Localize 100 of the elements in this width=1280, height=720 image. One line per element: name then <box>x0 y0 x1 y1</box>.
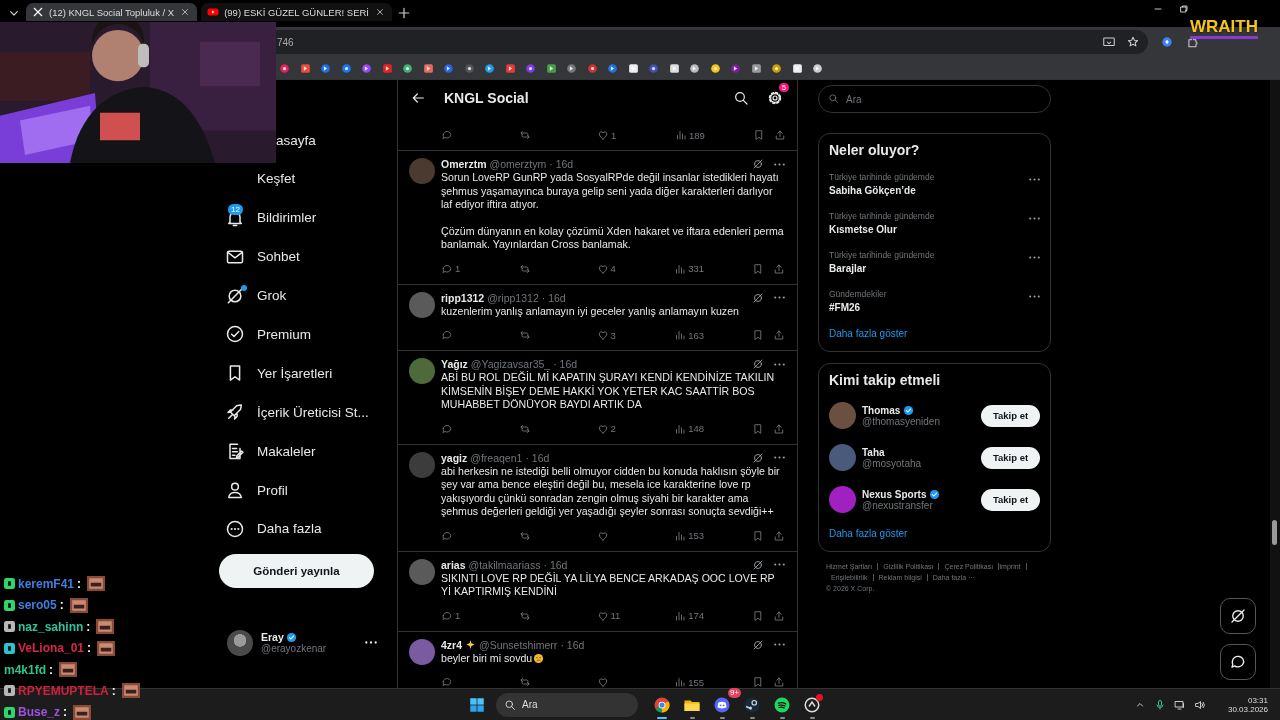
bookmark-icon[interactable] <box>647 61 660 75</box>
views-button[interactable]: 163 <box>674 329 705 341</box>
repost-icon[interactable] <box>518 422 531 435</box>
bookmark-icon[interactable] <box>729 61 742 75</box>
bookmark-icon[interactable] <box>544 61 558 75</box>
bookmark-icon[interactable] <box>749 61 763 75</box>
share-icon[interactable] <box>773 329 785 341</box>
cast-icon[interactable] <box>1102 35 1116 49</box>
show-more-link[interactable]: Daha fazla göster <box>829 528 1040 539</box>
more-icon[interactable] <box>774 162 785 166</box>
views-button[interactable]: 155 <box>674 676 705 688</box>
heart-icon[interactable] <box>596 529 609 542</box>
monitor-icon[interactable] <box>1173 698 1186 711</box>
bookmark-icon[interactable] <box>565 61 578 75</box>
bookmark-icon[interactable] <box>667 61 681 75</box>
bookmark-icon[interactable] <box>688 61 701 75</box>
heart-icon[interactable] <box>596 676 609 688</box>
bookmark-icon[interactable] <box>298 61 312 75</box>
views-button[interactable]: 189 <box>675 129 705 141</box>
spotify-logo-icon[interactable] <box>773 695 791 714</box>
windows-start-icon[interactable] <box>468 695 486 714</box>
close-icon[interactable] <box>374 6 386 18</box>
bookmark-icon[interactable] <box>606 61 619 75</box>
repost-icon[interactable] <box>518 676 531 688</box>
ring-app-icon[interactable] <box>803 695 821 714</box>
follow-button[interactable]: Takip et <box>981 404 1040 427</box>
trend-topic[interactable]: Kısmetse Olur <box>829 224 1029 235</box>
slashed-circle-icon[interactable] <box>752 638 764 651</box>
trend-topic[interactable]: Barajlar <box>829 263 1029 274</box>
views-button[interactable]: 331 <box>674 262 705 275</box>
search-icon[interactable] <box>733 90 749 106</box>
reply-icon[interactable] <box>441 609 453 622</box>
chrome-logo-icon[interactable] <box>653 695 671 714</box>
bookmark-icon[interactable] <box>483 61 496 75</box>
back-icon[interactable] <box>410 90 426 106</box>
repost-icon[interactable] <box>518 529 531 542</box>
more-icon[interactable] <box>774 643 785 646</box>
more-icon[interactable] <box>774 296 785 299</box>
share-icon[interactable] <box>773 422 785 435</box>
browser-tab[interactable]: (12) KNGL Social Topluluk / X <box>26 3 198 21</box>
bookmark-icon[interactable] <box>360 61 373 75</box>
taskbar-search[interactable]: Ara <box>496 692 638 717</box>
views-button[interactable]: 148 <box>674 422 705 435</box>
repost-icon[interactable] <box>518 262 531 275</box>
bookmark-icon[interactable] <box>585 61 599 75</box>
post-button[interactable]: Gönderi yayınla <box>219 553 374 588</box>
chat-bubble-icon[interactable] <box>1220 644 1256 680</box>
bookmark-icon[interactable] <box>380 61 394 75</box>
share-icon[interactable] <box>773 529 785 542</box>
scrollbar[interactable] <box>1270 80 1280 688</box>
reply-icon[interactable] <box>441 262 453 275</box>
nav-item[interactable]: Yer İşaretleri <box>213 359 339 388</box>
more-icon[interactable] <box>774 362 785 366</box>
heart-icon[interactable] <box>596 609 609 622</box>
bookmark-icon[interactable] <box>319 61 332 75</box>
reply-icon[interactable] <box>441 422 453 435</box>
reply-icon[interactable] <box>441 529 453 542</box>
follow-button[interactable]: Takip et <box>981 446 1040 469</box>
heart-icon[interactable] <box>596 422 609 435</box>
reply-button[interactable]: 1 <box>441 609 461 622</box>
bookmark-icon[interactable] <box>278 61 291 75</box>
bar-chart-icon[interactable] <box>674 609 687 622</box>
bar-chart-icon[interactable] <box>674 529 687 542</box>
views-button[interactable]: 153 <box>674 529 705 542</box>
reply-button[interactable]: 1 <box>441 262 461 275</box>
slashed-circle-icon[interactable] <box>752 558 764 571</box>
more-icon[interactable] <box>1029 178 1040 181</box>
bookmark-icon[interactable] <box>442 61 455 75</box>
repost-icon[interactable] <box>519 129 531 141</box>
nav-item[interactable]: İçerik Üreticisi St... <box>213 398 375 427</box>
nav-item[interactable]: 12 Bildirimler <box>213 203 323 232</box>
bar-chart-icon[interactable] <box>674 329 687 341</box>
steam-logo-icon[interactable] <box>743 695 761 714</box>
bookmark-icon[interactable] <box>401 61 414 75</box>
nav-item[interactable]: Grok <box>213 281 293 310</box>
microphone-icon[interactable] <box>1153 698 1166 711</box>
like-button[interactable]: 1 <box>597 129 617 141</box>
settings-icon[interactable] <box>767 90 783 106</box>
speaker-icon[interactable] <box>1193 698 1206 711</box>
bookmark-icon[interactable] <box>339 61 353 75</box>
follow-button[interactable]: Takip et <box>981 488 1040 511</box>
bookmark-icon[interactable] <box>626 61 640 75</box>
reply-icon[interactable] <box>441 329 453 341</box>
bookmark-icon[interactable] <box>770 61 783 75</box>
heart-icon[interactable] <box>596 262 609 275</box>
like-button[interactable]: 11 <box>596 609 621 622</box>
bookmark-icon[interactable] <box>708 61 722 75</box>
restore-icon[interactable] <box>1178 3 1190 15</box>
extension-icon[interactable] <box>1160 35 1174 49</box>
address-field[interactable]: 746 <box>276 30 1148 54</box>
views-button[interactable]: 174 <box>674 609 705 622</box>
nav-item[interactable]: Daha fazla <box>213 514 328 543</box>
share-icon[interactable] <box>774 129 786 141</box>
bar-chart-icon[interactable] <box>675 129 687 141</box>
repost-icon[interactable] <box>518 329 531 341</box>
slashed-circle-icon[interactable] <box>752 291 764 304</box>
like-button[interactable]: 4 <box>596 262 616 275</box>
nav-item[interactable]: Profil <box>213 476 294 504</box>
nav-item[interactable]: Premium <box>213 320 317 349</box>
bookmark-icon[interactable] <box>524 61 537 75</box>
